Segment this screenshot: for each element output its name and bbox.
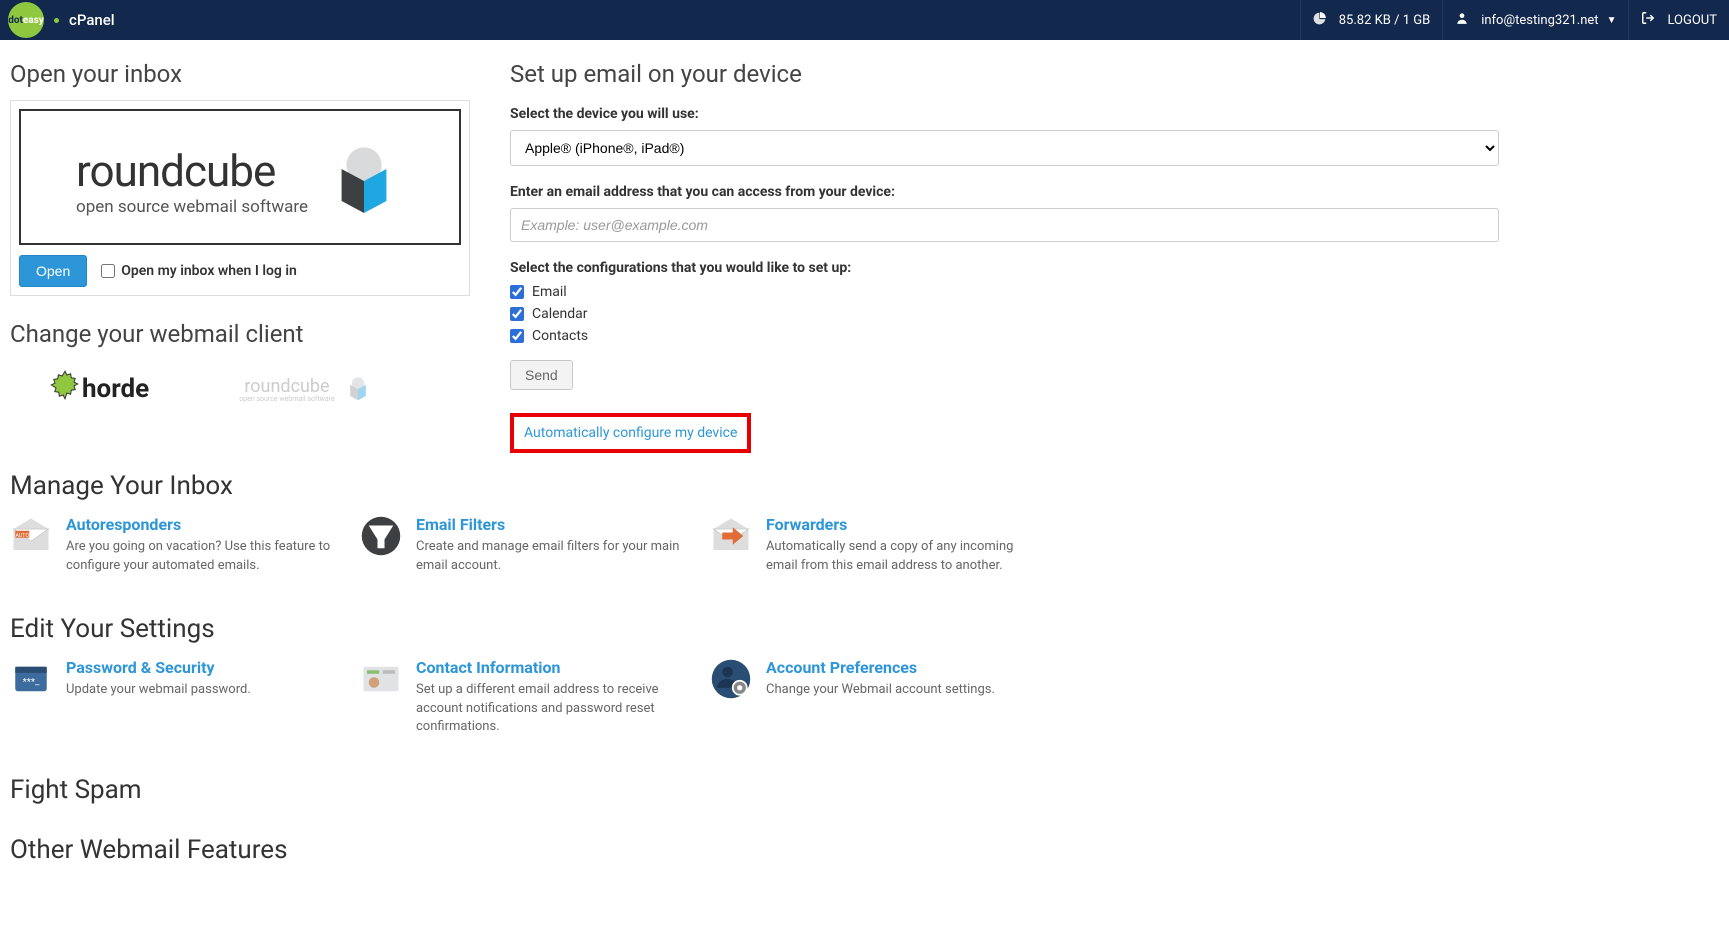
filter-icon bbox=[360, 515, 402, 557]
feature-desc: Create and manage email filters for your… bbox=[416, 538, 690, 576]
cfg-calendar-label: Calendar bbox=[532, 306, 588, 322]
contact-info-icon bbox=[360, 658, 402, 700]
manage-inbox-heading: Manage Your Inbox bbox=[10, 471, 1719, 501]
open-inbox-heading: Open your inbox bbox=[10, 60, 470, 88]
storage-indicator[interactable]: 85.82 KB / 1 GB bbox=[1300, 0, 1442, 40]
cfg-email-row[interactable]: Email bbox=[510, 284, 1499, 300]
password-icon: ***_ bbox=[10, 658, 52, 700]
feature-title[interactable]: Account Preferences bbox=[766, 658, 995, 677]
open-on-login-row[interactable]: Open my inbox when I log in bbox=[101, 263, 297, 279]
feature-title[interactable]: Autoresponders bbox=[66, 515, 340, 534]
other-features-heading: Other Webmail Features bbox=[10, 835, 1719, 865]
open-on-login-label: Open my inbox when I log in bbox=[121, 263, 297, 279]
change-client-heading: Change your webmail client bbox=[10, 320, 470, 348]
fight-spam-heading: Fight Spam bbox=[10, 775, 1719, 805]
setup-heading: Set up email on your device bbox=[510, 60, 1499, 88]
logout-label: LOGOUT bbox=[1667, 13, 1717, 28]
feature-email-filters: Email Filters Create and manage email fi… bbox=[360, 515, 690, 576]
open-button[interactable]: Open bbox=[19, 255, 87, 287]
email-input[interactable] bbox=[510, 208, 1499, 242]
feature-desc: Set up a different email address to rece… bbox=[416, 681, 690, 738]
cfg-email-checkbox[interactable] bbox=[510, 285, 524, 299]
user-menu[interactable]: info@testing321.net ▼ bbox=[1442, 0, 1628, 40]
feature-desc: Update your webmail password. bbox=[66, 681, 251, 700]
roundcube-icon bbox=[324, 141, 404, 221]
feature-contact-info: Contact Information Set up a different e… bbox=[360, 658, 690, 738]
feature-desc: Automatically send a copy of any incomin… bbox=[766, 538, 1040, 576]
feature-desc: Change your Webmail account settings. bbox=[766, 681, 995, 700]
account-prefs-icon bbox=[710, 658, 752, 700]
device-select[interactable]: Apple® (iPhone®, iPad®) bbox=[510, 130, 1499, 166]
logout-icon bbox=[1641, 11, 1661, 29]
roundcube-logo-box: roundcube open source webmail software bbox=[19, 109, 461, 245]
cfg-calendar-checkbox[interactable] bbox=[510, 307, 524, 321]
feature-title[interactable]: Email Filters bbox=[416, 515, 690, 534]
doteasy-logo: doteasy bbox=[8, 2, 44, 38]
email-label: Enter an email address that you can acce… bbox=[510, 184, 1499, 200]
user-email: info@testing321.net bbox=[1481, 13, 1598, 28]
config-label: Select the configurations that you would… bbox=[510, 260, 1499, 276]
cfg-email-label: Email bbox=[532, 284, 567, 300]
svg-text:***_: ***_ bbox=[23, 676, 40, 687]
auto-configure-highlight: Automatically configure my device bbox=[510, 413, 751, 453]
feature-forwarders: Forwarders Automatically send a copy of … bbox=[710, 515, 1040, 576]
feature-autoresponders: AUTO Autoresponders Are you going on vac… bbox=[10, 515, 340, 576]
cfg-contacts-row[interactable]: Contacts bbox=[510, 328, 1499, 344]
roundcube-client[interactable]: roundcube open source webmail software bbox=[239, 375, 373, 403]
forward-icon bbox=[710, 515, 752, 557]
cfg-contacts-checkbox[interactable] bbox=[510, 329, 524, 343]
svg-text:AUTO: AUTO bbox=[16, 533, 30, 539]
horde-label: horde bbox=[82, 374, 149, 404]
auto-configure-link[interactable]: Automatically configure my device bbox=[524, 425, 737, 441]
divider-dot bbox=[54, 18, 59, 23]
feature-account-prefs: Account Preferences Change your Webmail … bbox=[710, 658, 1040, 738]
cfg-contacts-label: Contacts bbox=[532, 328, 588, 344]
roundcube-mini-icon bbox=[343, 375, 373, 403]
inbox-card: roundcube open source webmail software O… bbox=[10, 100, 470, 296]
user-icon bbox=[1455, 11, 1475, 29]
topbar: doteasy cPanel 85.82 KB / 1 GB info@test… bbox=[0, 0, 1729, 40]
feature-desc: Are you going on vacation? Use this feat… bbox=[66, 538, 340, 576]
brand-name: cPanel bbox=[69, 11, 115, 29]
pie-chart-icon bbox=[1313, 11, 1333, 29]
roundcube-label: roundcube bbox=[239, 376, 335, 397]
autoresponder-icon: AUTO bbox=[10, 515, 52, 557]
roundcube-sub-label: open source webmail software bbox=[239, 395, 335, 403]
edit-settings-heading: Edit Your Settings bbox=[10, 614, 1719, 644]
feature-title[interactable]: Contact Information bbox=[416, 658, 690, 677]
logout-button[interactable]: LOGOUT bbox=[1628, 0, 1729, 40]
chevron-down-icon: ▼ bbox=[1607, 15, 1617, 26]
storage-text: 85.82 KB / 1 GB bbox=[1339, 13, 1430, 28]
webmail-name: roundcube bbox=[76, 145, 308, 197]
send-button[interactable]: Send bbox=[510, 360, 573, 390]
cfg-calendar-row[interactable]: Calendar bbox=[510, 306, 1499, 322]
device-label: Select the device you will use: bbox=[510, 106, 1499, 122]
webmail-tagline: open source webmail software bbox=[76, 197, 308, 217]
feature-title[interactable]: Forwarders bbox=[766, 515, 1040, 534]
feature-title[interactable]: Password & Security bbox=[66, 658, 251, 677]
feature-password: ***_ Password & Security Update your web… bbox=[10, 658, 340, 738]
open-on-login-checkbox[interactable] bbox=[101, 264, 115, 278]
horde-client[interactable]: horde bbox=[50, 370, 149, 408]
gear-icon bbox=[50, 370, 80, 408]
